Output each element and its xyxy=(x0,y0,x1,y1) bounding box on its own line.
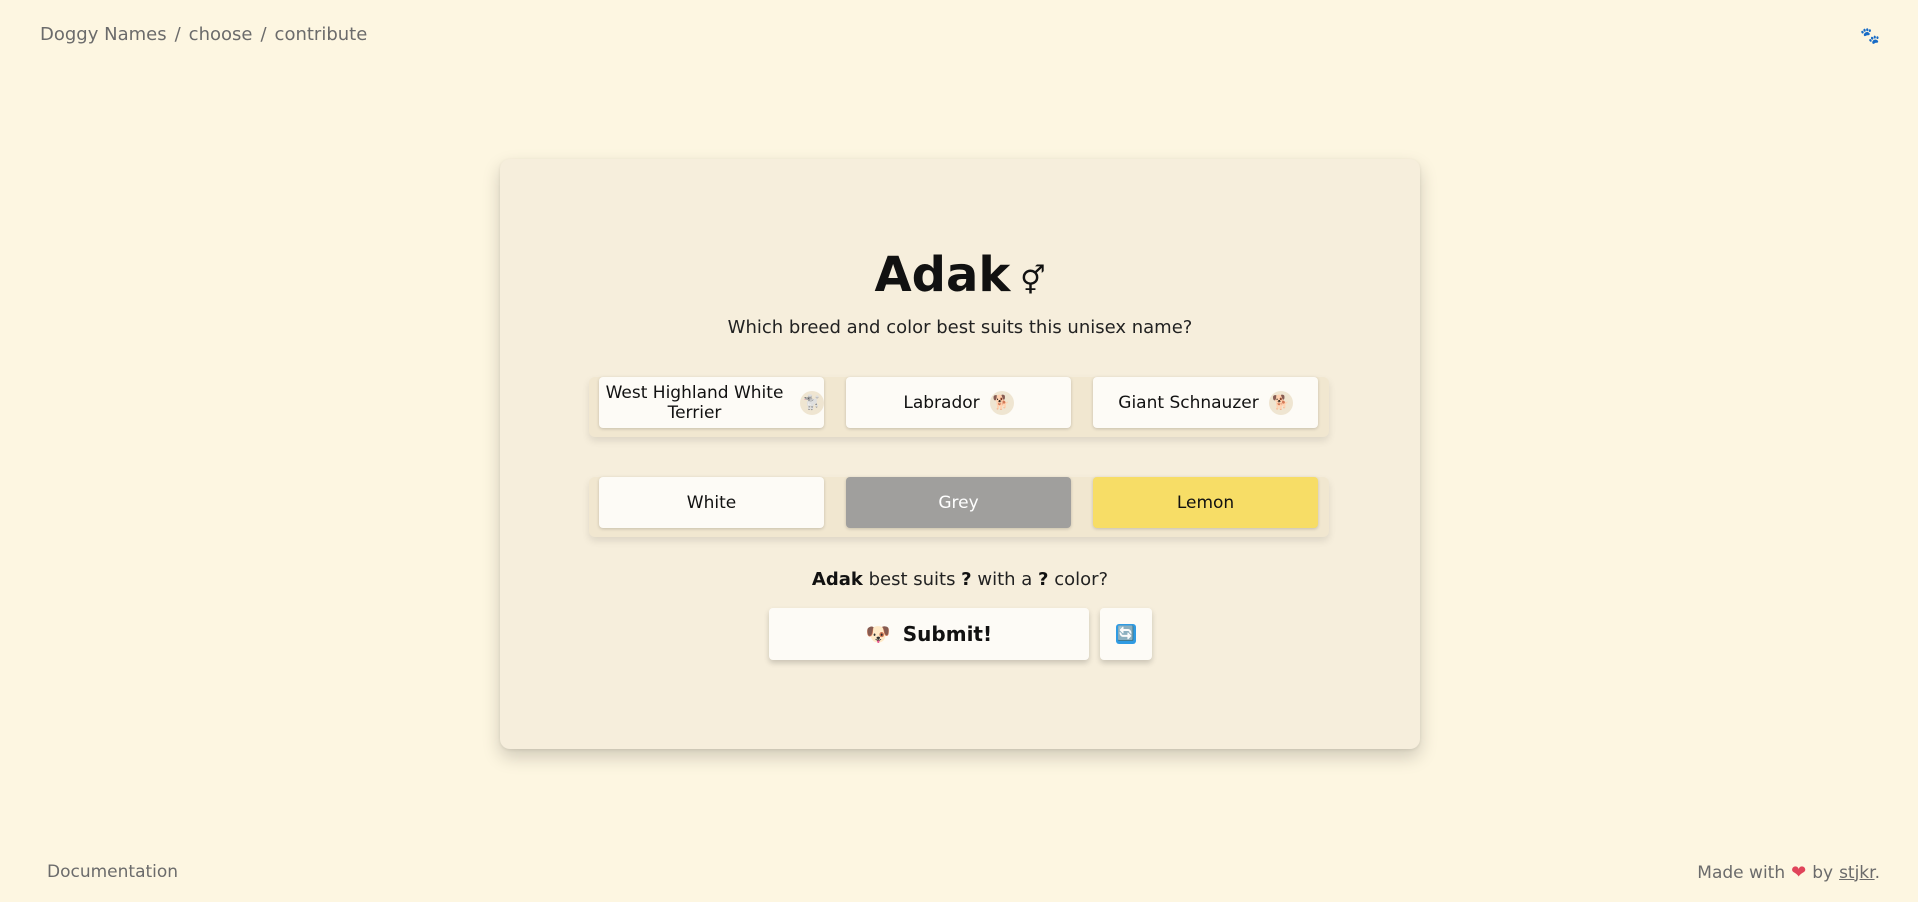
color-options: White Grey Lemon xyxy=(589,477,1329,537)
breed-option-label: West Highland White Terrier xyxy=(605,382,784,423)
dog-name-title: Adak xyxy=(874,247,1011,303)
breed-options: West Highland White Terrier 🐩 Labrador 🐕… xyxy=(589,377,1329,437)
name-card: Adak ⚥ Which breed and color best suits … xyxy=(500,159,1420,749)
breed-option-label: Labrador xyxy=(903,392,980,413)
poodle-icon: 🐩 xyxy=(800,390,824,415)
dog-icon: 🐕 xyxy=(989,390,1014,415)
unisex-gender-icon: ⚥ xyxy=(1020,263,1046,297)
author-link[interactable]: stjkr xyxy=(1839,863,1875,883)
summary-text: color? xyxy=(1048,569,1109,590)
documentation-link[interactable]: Documentation xyxy=(47,862,178,882)
breadcrumb-separator: / xyxy=(174,24,181,45)
breadcrumb-choose-link[interactable]: choose xyxy=(189,24,253,45)
period-text: . xyxy=(1874,862,1880,883)
color-option-lemon[interactable]: Lemon xyxy=(1093,477,1318,528)
dog-face-icon: 🐶 xyxy=(865,622,891,646)
selection-summary: Adak best suits ? with a ? color? xyxy=(500,569,1420,590)
page: Doggy Names / choose / contribute 🐾 Adak… xyxy=(0,0,1918,902)
breadcrumb-separator: / xyxy=(260,24,267,45)
dog-icon: 🐕 xyxy=(1268,390,1293,415)
breadcrumb-home-link[interactable]: Doggy Names xyxy=(40,24,167,45)
by-text: by xyxy=(1812,862,1834,883)
submit-label: Submit! xyxy=(902,622,993,646)
color-option-grey[interactable]: Grey xyxy=(846,477,1071,528)
breadcrumb: Doggy Names / choose / contribute xyxy=(40,24,367,45)
summary-text: with a xyxy=(971,569,1039,590)
submit-button[interactable]: 🐶 Submit! xyxy=(769,608,1089,660)
summary-breed: ? xyxy=(961,569,972,590)
breed-option-giant-schnauzer[interactable]: Giant Schnauzer 🐕 xyxy=(1093,377,1318,428)
color-option-white[interactable]: White xyxy=(599,477,824,528)
footer-credit: Made with ❤ by stjkr. xyxy=(1697,862,1880,883)
refresh-button[interactable]: 🔄 xyxy=(1100,608,1152,660)
breed-option-label: Giant Schnauzer xyxy=(1118,392,1259,413)
title-row: Adak ⚥ xyxy=(500,247,1420,303)
breed-option-west-highland-white-terrier[interactable]: West Highland White Terrier 🐩 xyxy=(599,377,824,428)
breadcrumb-contribute-link[interactable]: contribute xyxy=(275,24,368,45)
question-text: Which breed and color best suits this un… xyxy=(727,317,1193,338)
paw-icon: 🐾 xyxy=(1860,26,1880,45)
summary-text: best suits xyxy=(862,569,962,590)
made-with-text: Made with xyxy=(1697,862,1786,883)
heart-icon: ❤ xyxy=(1791,862,1807,883)
refresh-icon: 🔄 xyxy=(1116,624,1136,644)
summary-name: Adak xyxy=(811,569,863,590)
summary-color: ? xyxy=(1038,569,1049,590)
breed-option-labrador[interactable]: Labrador 🐕 xyxy=(846,377,1071,428)
